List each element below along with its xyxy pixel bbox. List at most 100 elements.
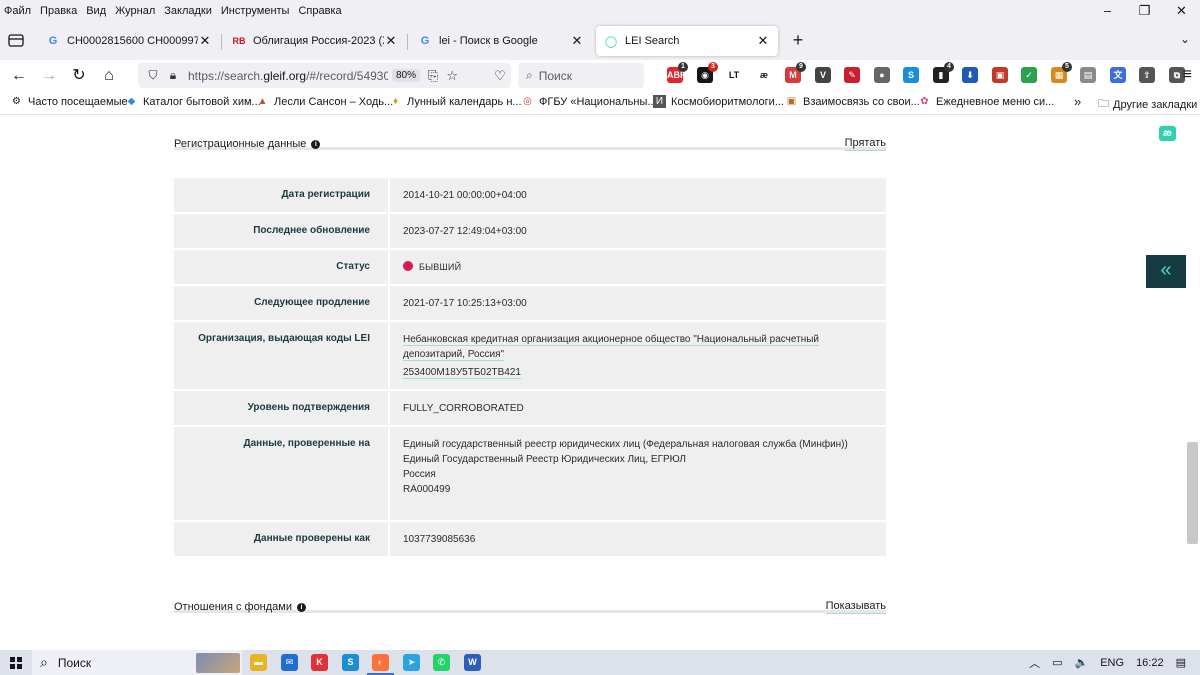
extension-icon[interactable]: LT (726, 67, 742, 83)
bookmarks-overflow-icon[interactable]: » (1074, 94, 1081, 109)
skype-icon[interactable]: S (342, 654, 359, 671)
search-highlight-image[interactable] (196, 653, 240, 673)
extension-icon[interactable]: ● (874, 67, 890, 83)
validation-ra-code: RA000499 (403, 484, 451, 495)
clock[interactable]: 16:22 (1136, 657, 1164, 669)
shield-icon[interactable]: ⛉ (144, 68, 162, 83)
row-label: Последнее обновление (174, 214, 388, 248)
reload-button[interactable]: ↻ (69, 66, 89, 86)
table-row: Уровень подтверждения FULLY_CORROBORATED (174, 391, 886, 425)
app-red-icon[interactable]: K (311, 654, 328, 671)
close-tab-icon[interactable]: ✕ (384, 33, 398, 49)
firefox-icon[interactable]: ◐ (367, 654, 394, 675)
hide-toggle-link[interactable]: Прятать (844, 137, 886, 151)
extension-icon[interactable]: V (815, 67, 831, 83)
whatsapp-icon[interactable]: ✆ (433, 654, 450, 671)
registration-section-title: Регистрационные данные i (174, 138, 321, 150)
tab-separator (221, 34, 222, 50)
restore-button[interactable]: ❐ (1126, 0, 1163, 22)
notifications-icon[interactable]: ▤ (1176, 656, 1186, 669)
menu-bookmarks[interactable]: Закладки (164, 5, 212, 17)
bookmark-star-icon[interactable]: ☆ (446, 68, 458, 84)
page-content: Регистрационные данные i Прятать Дата рег… (0, 116, 1200, 650)
drawer-toggle-button[interactable]: « (1146, 255, 1186, 288)
scrollbar-thumb[interactable] (1187, 442, 1198, 544)
address-bar[interactable]: ⛉ 🔒︎ https://search.gleif.org/#/record/5… (138, 63, 511, 88)
pocket-icon[interactable]: ♡ (490, 66, 510, 86)
windows-start-icon[interactable] (10, 657, 22, 669)
info-icon[interactable]: i (311, 139, 321, 149)
extension-icon[interactable]: ▣ (992, 67, 1008, 83)
menu-history[interactable]: Журнал (115, 5, 155, 17)
telegram-icon[interactable]: ➤ (403, 654, 420, 671)
bookmark-item[interactable]: И Космобиоритмологи... (653, 95, 784, 108)
tab-1[interactable]: G CH0002815600 CH0009976520 ✕ (38, 26, 220, 56)
tab-2[interactable]: RB Облигация Россия-2023 (XS09 ✕ (224, 26, 406, 56)
issuer-lei-link[interactable]: 253400M18У5ТБ02ТВ421 (403, 367, 521, 379)
menu-edit[interactable]: Правка (40, 5, 77, 17)
close-tab-icon[interactable]: ✕ (570, 33, 584, 49)
volume-icon[interactable]: 🔈 (1075, 656, 1089, 669)
other-bookmarks[interactable]: 🗀︎ Другие закладки (1098, 95, 1197, 114)
tab-4-active[interactable]: ◯ LEI Search ✕ (596, 26, 778, 56)
bookmark-item[interactable]: ◎ ФГБУ «Национальны... (521, 95, 656, 108)
tab-title: lei - Поиск в Google (439, 35, 538, 47)
extension-icon[interactable]: ▦ 5 (1051, 62, 1072, 83)
extension-icon[interactable]: S (903, 67, 919, 83)
tray-chevron-icon[interactable]: ︿ (1029, 655, 1040, 671)
extension-icon[interactable]: ⬇ (962, 67, 978, 83)
extension-icon[interactable]: ✓ (1021, 67, 1037, 83)
scrollbar[interactable] (1186, 116, 1200, 650)
section-title-text: Регистрационные данные (174, 138, 307, 150)
tab-3[interactable]: G lei - Поиск в Google ✕ (410, 26, 592, 56)
bookmark-item[interactable]: ▲ Лесли Сансон – Ходь... (256, 95, 394, 108)
extension-icon[interactable]: æ (756, 67, 772, 83)
app-menu-icon[interactable]: ≡ (1183, 66, 1192, 84)
row-value: 2021-07-17 10:25:13+03:00 (390, 286, 886, 320)
close-tab-icon[interactable]: ✕ (756, 33, 770, 49)
navigation-toolbar: ← → ↻ ⌂ ⛉ 🔒︎ https://search.gleif.org/#/… (0, 60, 1200, 91)
minimize-button[interactable]: – (1089, 0, 1126, 22)
extension-icon[interactable]: M9 (785, 62, 806, 83)
network-icon[interactable]: ▭ (1052, 656, 1062, 669)
search-input[interactable]: ⌕ Поиск (518, 63, 644, 88)
close-window-button[interactable]: ✕ (1163, 0, 1200, 22)
extension-icon[interactable]: ✎ (844, 67, 860, 83)
home-button[interactable]: ⌂ (99, 66, 119, 86)
bookmark-item[interactable]: ▣ Взаимосвязь со свои... (785, 95, 920, 108)
lock-icon[interactable]: 🔒︎ (164, 68, 182, 83)
bookmark-item[interactable]: ◆ Каталог бытовой хим... (125, 95, 261, 108)
bookmark-item[interactable]: ♦ Лунный календарь н... (389, 95, 522, 108)
info-icon[interactable]: i (297, 602, 307, 612)
file-explorer-icon[interactable]: ▬ (250, 654, 267, 671)
menu-view[interactable]: Вид (86, 5, 106, 17)
issuer-link[interactable]: Небанковская кредитная организация акцио… (403, 334, 819, 361)
extension-icon[interactable]: ⇪ (1139, 67, 1155, 83)
mail-icon[interactable]: ✉ (281, 654, 298, 671)
extension-icon[interactable]: ◉ 3 (697, 62, 718, 83)
taskbar: ⌕ Поиск ▬ ✉ K S ◐ ➤ ✆ W ︿ ▭ 🔈 ENG 16:22 ▤ (0, 650, 1200, 675)
extension-icon[interactable]: ABP 1 (667, 62, 688, 83)
bookmark-item[interactable]: ✿ Ежедневное меню си... (918, 95, 1054, 108)
word-icon[interactable]: W (464, 654, 481, 671)
menu-file[interactable]: Файл (4, 5, 31, 17)
forward-button[interactable]: → (39, 66, 59, 86)
close-tab-icon[interactable]: ✕ (198, 33, 212, 49)
extension-icon[interactable]: ▤ (1080, 67, 1096, 83)
translate-icon[interactable]: ⎘ (428, 68, 438, 84)
extension-icon[interactable]: 文 (1110, 67, 1126, 83)
back-button[interactable]: ← (9, 66, 29, 86)
chevron-down-icon[interactable]: ⌄ (1180, 32, 1190, 46)
sidebar-extension-icon[interactable]: æ (1159, 126, 1176, 141)
zoom-level[interactable]: 80% (392, 69, 421, 82)
bookmark-item[interactable]: ⚙ Часто посещаемые (10, 95, 128, 108)
taskbar-search-placeholder: Поиск (57, 655, 92, 670)
language-indicator[interactable]: ENG (1100, 657, 1124, 669)
extension-icon[interactable]: ▮ 4 (933, 62, 954, 83)
new-tab-button[interactable]: + (788, 30, 808, 50)
url-text[interactable]: https://search.gleif.org/#/record/549300 (188, 69, 388, 83)
menu-help[interactable]: Справка (298, 5, 341, 17)
tab-list-icon[interactable] (7, 32, 25, 48)
menu-tools[interactable]: Инструменты (221, 5, 290, 17)
show-toggle-link[interactable]: Показывать (825, 600, 886, 614)
